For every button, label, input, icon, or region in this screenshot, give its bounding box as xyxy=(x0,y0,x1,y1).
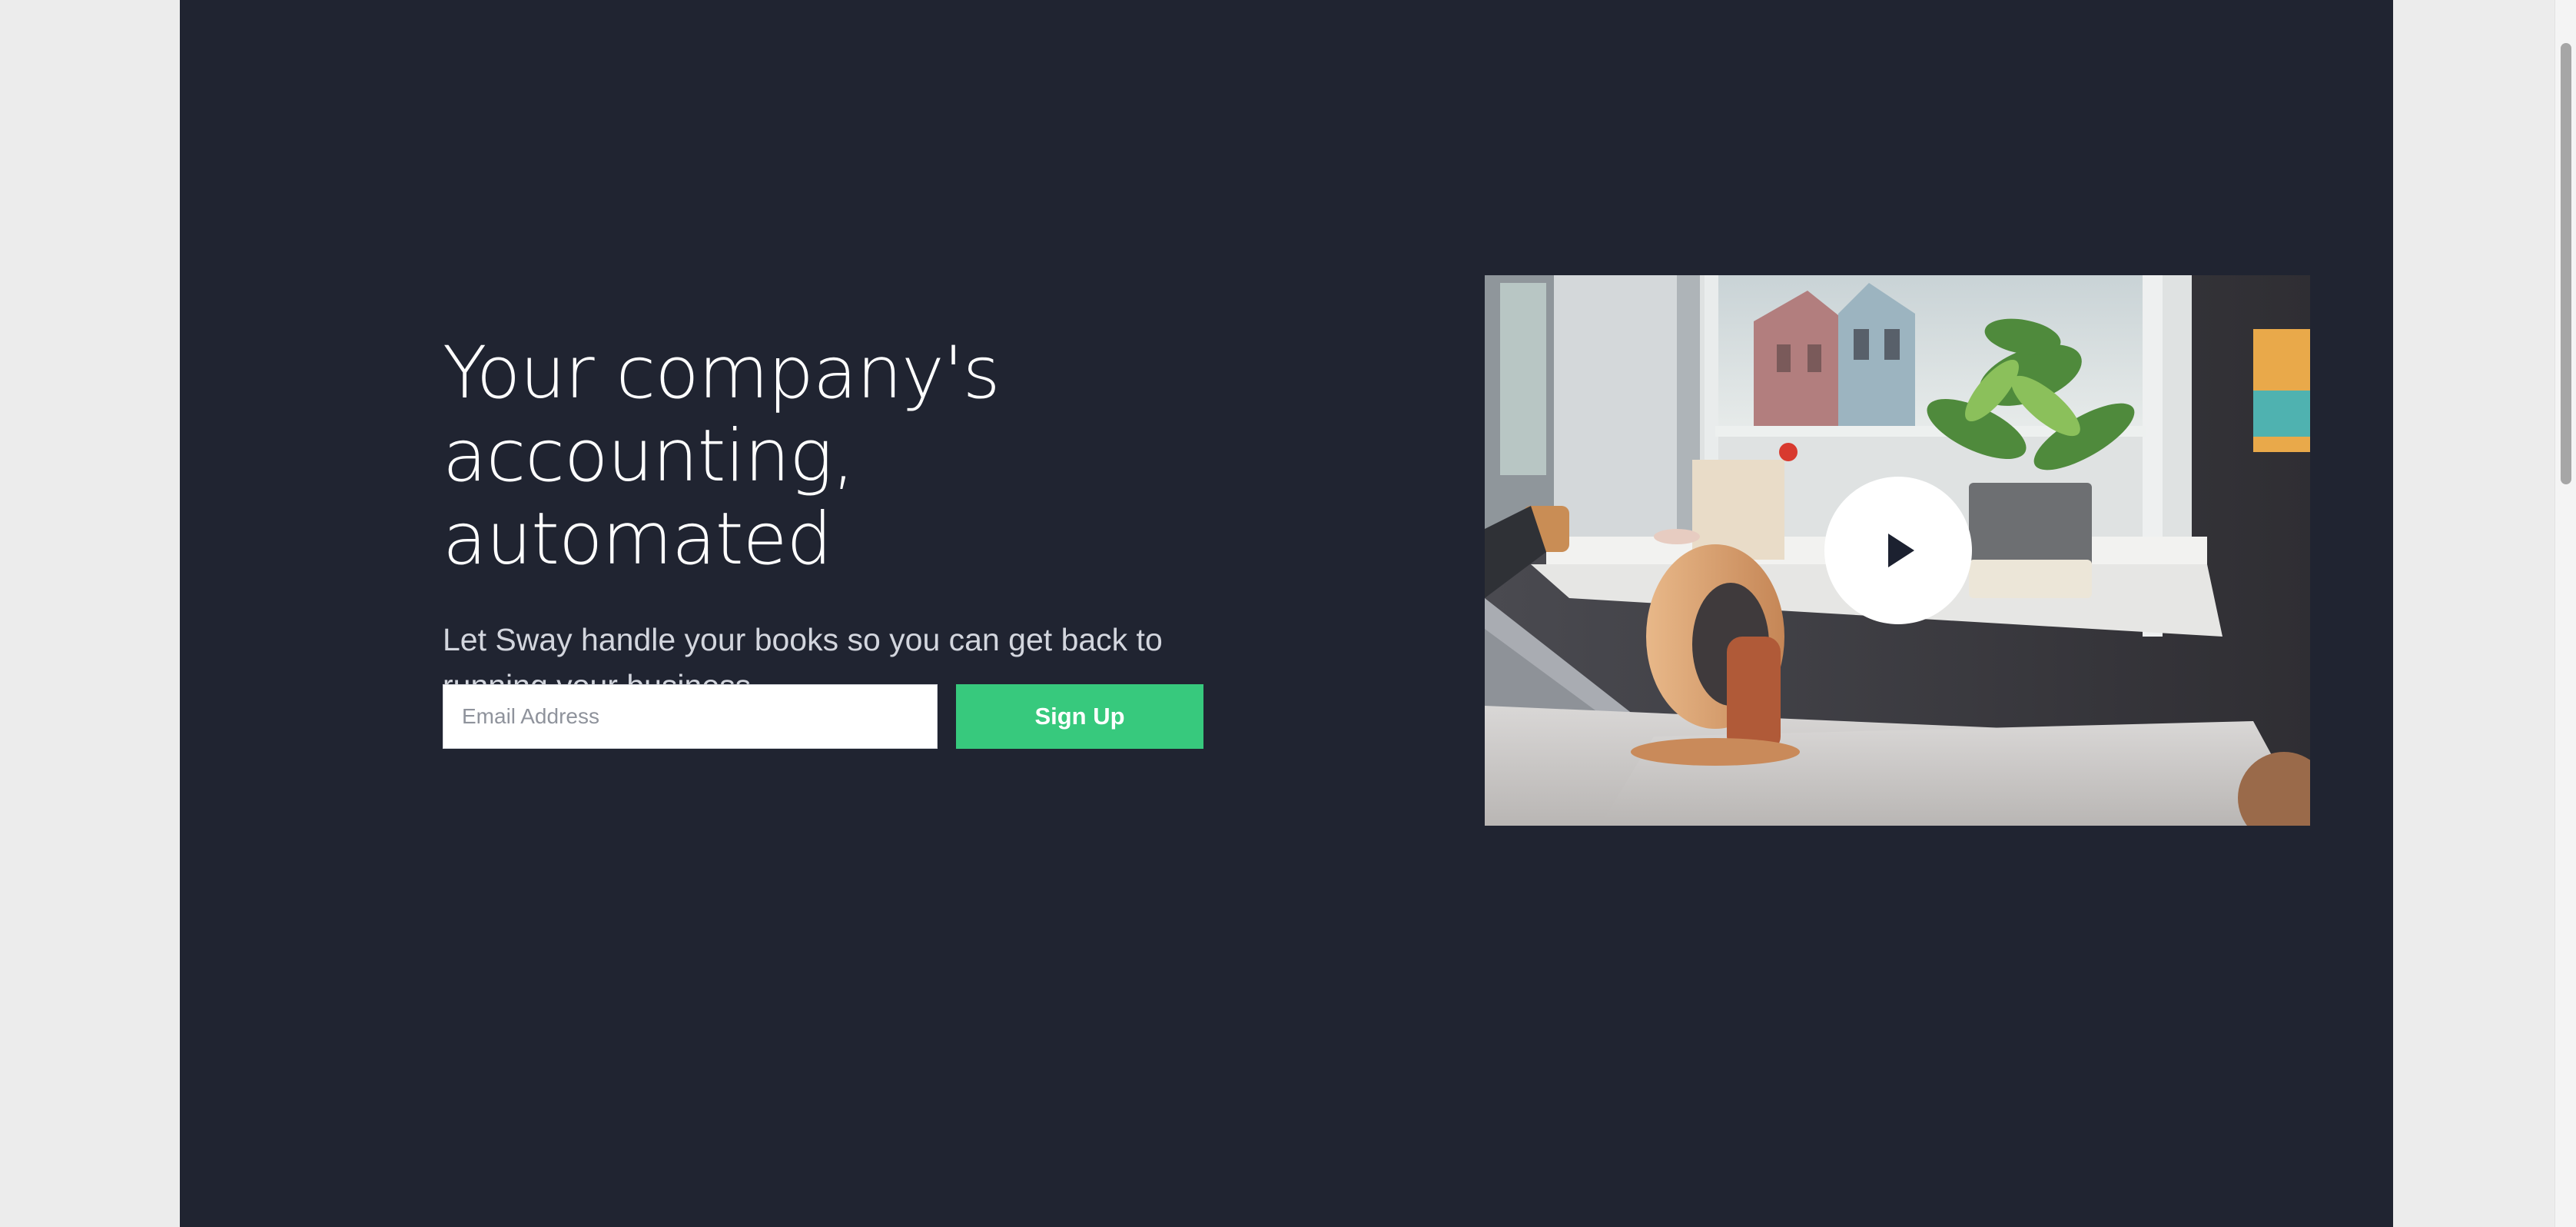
headline-line-2: accounting, automated xyxy=(443,414,855,581)
hero-section: Your company's accounting, automated Let… xyxy=(180,0,2393,1227)
play-button[interactable] xyxy=(1824,477,1972,624)
email-input[interactable] xyxy=(443,684,938,749)
play-icon xyxy=(1888,534,1914,567)
signup-form: Sign Up xyxy=(443,684,1203,749)
headline-line-1: Your company's xyxy=(443,331,1001,415)
page-scrollbar[interactable] xyxy=(2554,0,2576,1227)
scrollbar-thumb[interactable] xyxy=(2561,43,2571,484)
video-thumbnail[interactable] xyxy=(1485,275,2310,826)
hero-headline: Your company's accounting, automated xyxy=(443,332,1211,581)
hero-copy: Your company's accounting, automated Let… xyxy=(443,332,1211,709)
signup-button[interactable]: Sign Up xyxy=(956,684,1203,749)
